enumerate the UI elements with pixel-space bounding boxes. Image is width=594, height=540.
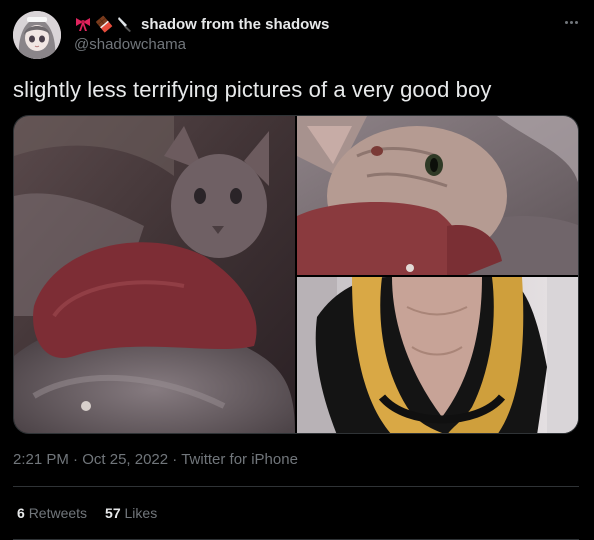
tweet-stats: 6 Retweets 57 Likes (17, 505, 157, 521)
meta-separator-2: · (168, 451, 182, 468)
retweets-label: Retweets (28, 505, 88, 521)
likes-count: 57 (105, 505, 121, 521)
tweet-source[interactable]: Twitter for iPhone (181, 451, 298, 468)
chocolate-bar-emoji (95, 15, 113, 33)
knife-emoji (116, 15, 134, 33)
tweet-date[interactable]: Oct 25, 2022 (82, 451, 168, 468)
retweets-count: 6 (17, 505, 25, 521)
meta-separator-1: · (68, 451, 83, 468)
author-name-row[interactable]: shadow from the shadows (74, 13, 329, 35)
tweet-meta: 2:21 PM · Oct 25, 2022 · Twitter for iPh… (13, 451, 298, 468)
retweets-stat[interactable]: 6 Retweets (17, 505, 87, 521)
ribbon-emoji (74, 15, 92, 33)
divider-top (13, 486, 579, 487)
photo-3[interactable] (297, 277, 578, 433)
more-options-icon[interactable] (560, 12, 582, 32)
photo-2[interactable] (297, 116, 578, 275)
likes-stat[interactable]: 57 Likes (105, 505, 157, 521)
author-display-name[interactable]: shadow from the shadows (141, 16, 329, 33)
media-grid (13, 115, 579, 434)
tweet-time[interactable]: 2:21 PM (13, 451, 69, 468)
avatar-image (13, 11, 61, 59)
photo-1[interactable] (14, 116, 295, 433)
tweet-text: slightly less terrifying pictures of a v… (13, 77, 492, 102)
author-avatar[interactable] (13, 11, 61, 59)
author-handle[interactable]: @shadowchama (74, 36, 186, 53)
likes-label: Likes (124, 505, 158, 521)
